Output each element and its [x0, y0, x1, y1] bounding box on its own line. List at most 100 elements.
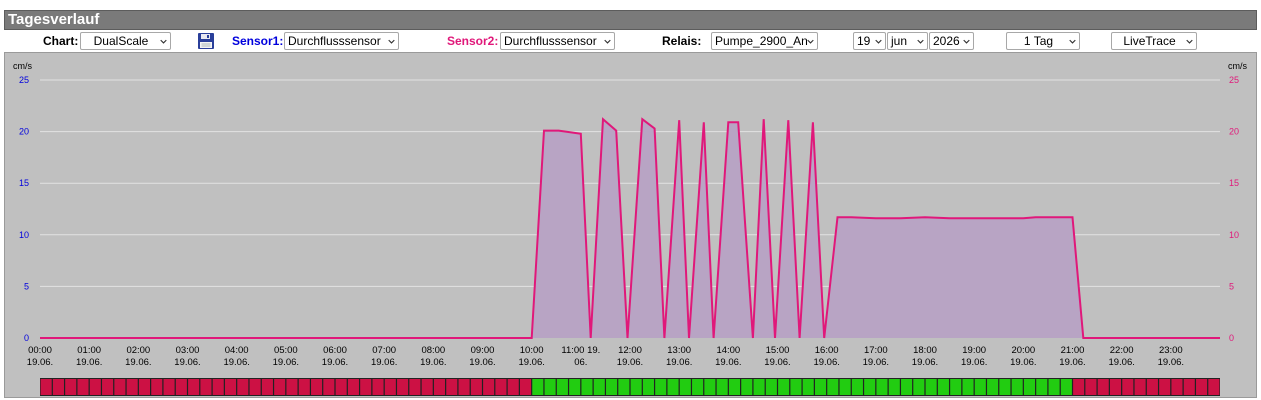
relay-cell: [89, 379, 101, 395]
relay-cell: [692, 379, 704, 395]
relay-cell: [642, 379, 654, 395]
relay-cell: [1159, 379, 1171, 395]
relay-cell: [311, 379, 323, 395]
y-tick-label-left: 25: [19, 75, 29, 85]
relay-cell: [901, 379, 913, 395]
x-tick-date: 19.06.: [469, 357, 495, 368]
relay-cell: [679, 379, 691, 395]
relay-cell: [728, 379, 741, 395]
relay-cell: [52, 379, 64, 395]
relay-cell: [261, 379, 273, 395]
relay-cell: [519, 379, 532, 395]
x-tick-date: 19.06.: [27, 357, 53, 368]
x-tick-date: 19.06.: [764, 357, 790, 368]
relay-cell: [249, 379, 261, 395]
relay-cell: [1060, 379, 1072, 395]
y-tick-label-left: 0: [24, 333, 29, 343]
relay-cell: [446, 379, 458, 395]
relay-cell: [237, 379, 249, 395]
x-tick-date: 19.06.: [371, 357, 397, 368]
relay-cell: [618, 379, 630, 395]
relay-cell: [163, 379, 175, 395]
relay-cell: [778, 379, 790, 395]
x-tick-date: 19.06.: [174, 357, 200, 368]
relay-cell: [876, 379, 888, 395]
x-tick-date: 19.06.: [76, 357, 102, 368]
relay-cell: [1171, 379, 1183, 395]
relay-cell: [77, 379, 89, 395]
y-tick-label-right: 10: [1229, 230, 1239, 240]
y-tick-label-right: 25: [1229, 75, 1239, 85]
x-tick-time: 00:00: [28, 345, 52, 356]
x-tick-date: 19.06.: [125, 357, 151, 368]
relay-cell: [569, 379, 581, 395]
relay-cell: [532, 379, 544, 395]
x-tick-date: 19.06.: [1158, 357, 1184, 368]
relay-cell: [888, 379, 900, 395]
y-axis-unit-left: cm/s: [13, 61, 32, 71]
x-tick-time: 15:00: [766, 345, 790, 356]
relay-cell: [556, 379, 568, 395]
day-chart: cm/s cm/s 0510152025 0510152025 00:0019.…: [13, 61, 1247, 396]
relay-cell: [790, 379, 802, 395]
relay-cell: [962, 379, 974, 395]
y-tick-label-left: 20: [19, 127, 29, 137]
relay-cell: [298, 379, 310, 395]
relay-cell: [372, 379, 384, 395]
relay-cell: [851, 379, 863, 395]
relay-cell: [827, 379, 839, 395]
relay-cell: [409, 379, 421, 395]
relay-cell: [655, 379, 667, 395]
relay-cell: [286, 379, 298, 395]
x-tick-date: 19.06.: [813, 357, 839, 368]
x-tick-date: 19.06.: [420, 357, 446, 368]
relay-cell: [937, 379, 949, 395]
x-tick-time: 07:00: [372, 345, 396, 356]
x-tick-time: 23:00: [1159, 345, 1183, 356]
relay-cell: [188, 379, 200, 395]
x-tick-time: 01:00: [77, 345, 101, 356]
relay-cell: [765, 379, 777, 395]
x-tick-time: 12:00: [618, 345, 642, 356]
y-tick-label-right: 15: [1229, 178, 1239, 188]
relay-cell: [323, 379, 335, 395]
x-tick-date: 19.06.: [322, 357, 348, 368]
x-tick-time: 19:00: [962, 345, 986, 356]
x-tick-time: 04:00: [225, 345, 249, 356]
x-tick-date: 19.06.: [223, 357, 249, 368]
x-tick-time: 06:00: [323, 345, 347, 356]
relay-cell: [925, 379, 937, 395]
relay-cell: [458, 379, 470, 395]
relay-cell: [360, 379, 372, 395]
relay-cell: [1183, 379, 1195, 395]
x-tick-time: 11:00 19.: [561, 345, 600, 356]
x-tick-time: 21:00: [1061, 345, 1085, 356]
relay-cell: [1023, 379, 1036, 395]
x-tick-date: 19.06.: [863, 357, 889, 368]
relay-cell: [987, 379, 999, 395]
relay-cell: [212, 379, 224, 395]
relay-cell: [864, 379, 876, 395]
relay-cell: [1073, 379, 1085, 395]
x-tick-time: 10:00: [520, 345, 544, 356]
y-axis-unit-right: cm/s: [1228, 61, 1247, 71]
x-tick-time: 20:00: [1011, 345, 1035, 356]
relay-cell: [1109, 379, 1122, 395]
relay-cell: [151, 379, 163, 395]
relay-cell: [274, 379, 286, 395]
relay-cell: [114, 379, 126, 395]
relay-cell: [913, 379, 925, 395]
x-tick-time: 17:00: [864, 345, 888, 356]
relay-cell: [974, 379, 986, 395]
relay-cell: [1036, 379, 1048, 395]
x-tick-time: 09:00: [471, 345, 495, 356]
relay-cell: [507, 379, 519, 395]
relay-cell: [175, 379, 187, 395]
relay-cell: [716, 379, 728, 395]
relay-cell: [1085, 379, 1097, 395]
y-tick-label-left: 10: [19, 230, 29, 240]
x-tick-time: 22:00: [1110, 345, 1134, 356]
relay-cell: [667, 379, 679, 395]
relay-cell: [741, 379, 753, 395]
x-tick-time: 16:00: [815, 345, 839, 356]
